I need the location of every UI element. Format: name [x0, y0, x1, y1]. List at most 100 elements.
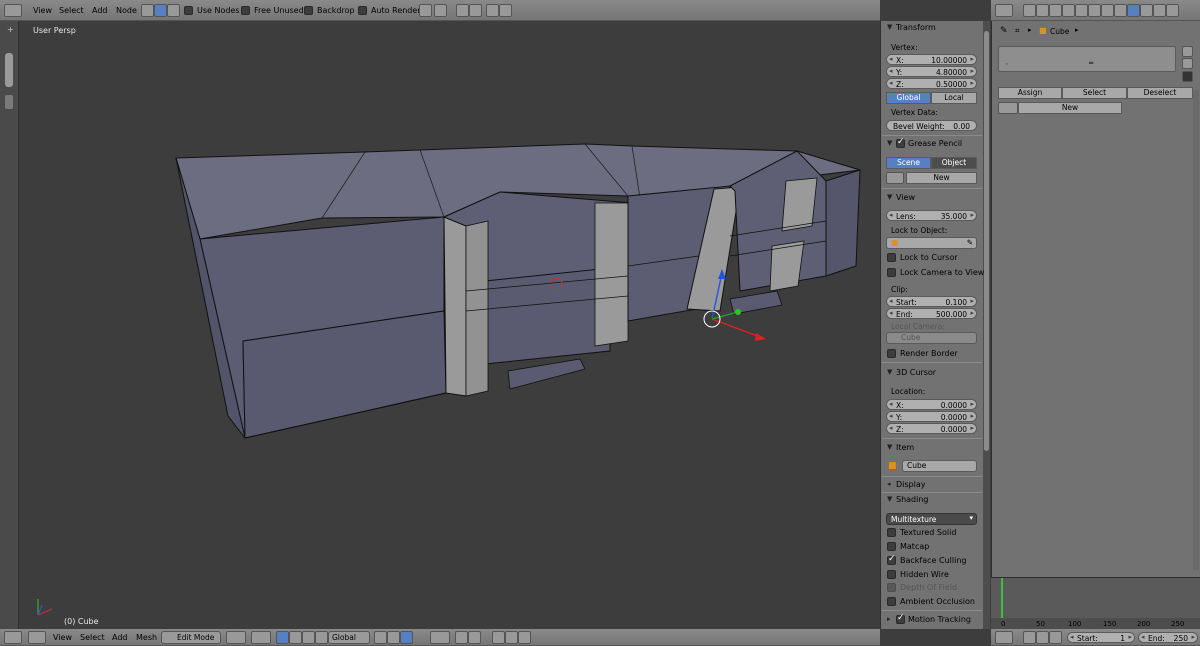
bevel-weight-field[interactable]: Bevel Weight: 0.00	[886, 120, 977, 131]
cursor-title[interactable]: 3D Cursor	[896, 368, 936, 377]
timeline-current-frame[interactable]	[1001, 578, 1003, 618]
snap-element-icon[interactable]	[468, 631, 481, 644]
view-title[interactable]: View	[896, 193, 915, 202]
assign-button[interactable]: Assign	[998, 87, 1062, 99]
transform-collapse-icon[interactable]: ▼	[887, 23, 892, 31]
pencil-icon[interactable]	[886, 172, 904, 184]
shading-icon[interactable]	[226, 631, 246, 644]
toolshelf-scroll-handle[interactable]	[5, 53, 13, 87]
mesh-building[interactable]	[20, 21, 880, 629]
viewport-editor-icon[interactable]	[28, 631, 46, 644]
pin-icon[interactable]: ✎	[1000, 26, 1008, 36]
select-button[interactable]: Select	[1062, 87, 1127, 99]
translate-icon[interactable]	[289, 631, 302, 644]
menu-select[interactable]: Select	[80, 633, 105, 642]
cursor-z-field[interactable]: ◂ Z: 0.0000 ▸	[886, 423, 977, 434]
breadcrumb-object[interactable]: Cube	[1050, 27, 1069, 36]
edge-select-icon[interactable]	[387, 631, 400, 644]
render-tab-icon[interactable]	[1023, 4, 1036, 17]
compositing-nodes-icon[interactable]	[154, 4, 167, 17]
snap-icon[interactable]	[456, 4, 469, 17]
remove-slot-icon[interactable]	[1182, 58, 1193, 69]
render-icon[interactable]	[492, 631, 505, 644]
item-collapse-icon[interactable]: ▼	[887, 443, 892, 451]
opengl-render-icon[interactable]	[518, 631, 531, 644]
menu-add[interactable]: Add	[112, 633, 128, 642]
new-material-button[interactable]: New	[1018, 102, 1122, 114]
modifiers-tab-icon[interactable]	[1101, 4, 1114, 17]
menu-mesh[interactable]: Mesh	[136, 633, 157, 642]
orientation-dropdown[interactable]: Global	[328, 631, 370, 644]
motion-tracking-title[interactable]: Motion Tracking	[908, 615, 971, 624]
motion-expand-icon[interactable]: ▸	[887, 615, 891, 623]
layers-tab-icon[interactable]	[1036, 4, 1049, 17]
texture-nodes-icon[interactable]	[167, 4, 180, 17]
hidden-wire-checkbox[interactable]	[887, 570, 896, 579]
menu-node[interactable]: Node	[116, 6, 137, 15]
toolshelf-tab[interactable]	[5, 95, 13, 109]
shading-title[interactable]: Shading	[896, 495, 929, 504]
frame-range-icon[interactable]	[1023, 631, 1036, 644]
properties-scrollbar[interactable]	[1193, 90, 1199, 570]
vertex-x-field[interactable]: ◂ X: 10.00000 ▸	[886, 54, 977, 65]
editor-type-icon[interactable]	[995, 631, 1013, 644]
physics-tab-icon[interactable]	[1166, 4, 1179, 17]
deselect-button[interactable]: Deselect	[1127, 87, 1193, 99]
end-frame-field[interactable]: ◂ End: 250 ▸	[1138, 632, 1198, 643]
material-slot-list[interactable]: ◦ ═	[998, 46, 1176, 72]
global-toggle[interactable]: Global	[886, 92, 931, 104]
start-frame-field[interactable]: ◂ Start: 1 ▸	[1067, 632, 1135, 643]
local-toggle[interactable]: Local	[931, 92, 977, 104]
toolshelf-expand-icon[interactable]: +	[7, 25, 15, 34]
menu-select[interactable]: Select	[59, 6, 84, 15]
grease-pencil-title[interactable]: Grease Pencil	[908, 139, 962, 148]
data-tab-icon[interactable]	[1114, 4, 1127, 17]
add-slot-icon[interactable]	[1182, 46, 1193, 57]
manipulator-icon[interactable]	[276, 631, 289, 644]
grease-pencil-checkbox[interactable]	[896, 137, 905, 148]
editor-type-icon[interactable]	[995, 4, 1013, 17]
shading-collapse-icon[interactable]: ▼	[887, 495, 892, 503]
copy-icon[interactable]	[486, 4, 499, 17]
clip-start-field[interactable]: ◂ Start: 0.100 ▸	[886, 296, 977, 307]
timeline[interactable]: 0 50 100 150 200 250	[991, 577, 1200, 630]
scale-icon[interactable]	[315, 631, 328, 644]
pivot-icon[interactable]	[251, 631, 271, 644]
shader-nodes-icon[interactable]	[141, 4, 154, 17]
list-resize-icon[interactable]: ═	[1089, 59, 1093, 67]
n-panel-scrollbar[interactable]	[983, 21, 990, 629]
backdrop-checkbox[interactable]	[304, 6, 313, 15]
backface-culling-checkbox[interactable]	[887, 554, 896, 565]
shading-dropdown[interactable]: Multitexture ▾	[886, 513, 977, 525]
render-anim-icon[interactable]	[505, 631, 518, 644]
snap-icon[interactable]	[455, 631, 468, 644]
vertex-z-field[interactable]: ◂ Z: 0.50000 ▸	[886, 78, 977, 89]
lens-field[interactable]: ◂ Lens: 35.000 ▸	[886, 210, 977, 221]
vertex-y-field[interactable]: ◂ Y: 4.80000 ▸	[886, 66, 977, 77]
3d-viewport[interactable]: User Persp (0) Cube	[20, 21, 880, 629]
free-unused-checkbox[interactable]	[241, 6, 250, 15]
backdrop-channels-icon[interactable]	[419, 4, 432, 17]
keying-set-icon[interactable]	[1049, 631, 1062, 644]
clip-end-field[interactable]: ◂ End: 500.000 ▸	[886, 308, 977, 319]
vertex-select-icon[interactable]	[374, 631, 387, 644]
use-nodes-checkbox[interactable]	[184, 6, 193, 15]
rotate-icon[interactable]	[302, 631, 315, 644]
transform-title[interactable]: Transform	[896, 23, 936, 32]
material-tab-icon[interactable]	[1127, 4, 1140, 17]
view-collapse-icon[interactable]: ▼	[887, 193, 892, 201]
menu-view[interactable]: View	[33, 6, 52, 15]
paste-icon[interactable]	[499, 4, 512, 17]
face-select-icon[interactable]	[400, 631, 413, 644]
cursor-y-field[interactable]: ◂ Y: 0.0000 ▸	[886, 411, 977, 422]
lock-object-field[interactable]: ■ ✎	[886, 237, 977, 249]
editor-type-icon[interactable]	[4, 4, 22, 17]
move-backdrop-icon[interactable]	[434, 4, 447, 17]
mode-dropdown[interactable]: Edit Mode	[161, 631, 221, 644]
keyframe-icon[interactable]	[1036, 631, 1049, 644]
grease-pencil-collapse-icon[interactable]: ▼	[887, 139, 892, 147]
cursor-x-field[interactable]: ◂ X: 0.0000 ▸	[886, 399, 977, 410]
motion-tracking-checkbox[interactable]	[896, 613, 905, 624]
cursor-collapse-icon[interactable]: ▼	[887, 368, 892, 376]
snap-node-icon[interactable]	[469, 4, 482, 17]
